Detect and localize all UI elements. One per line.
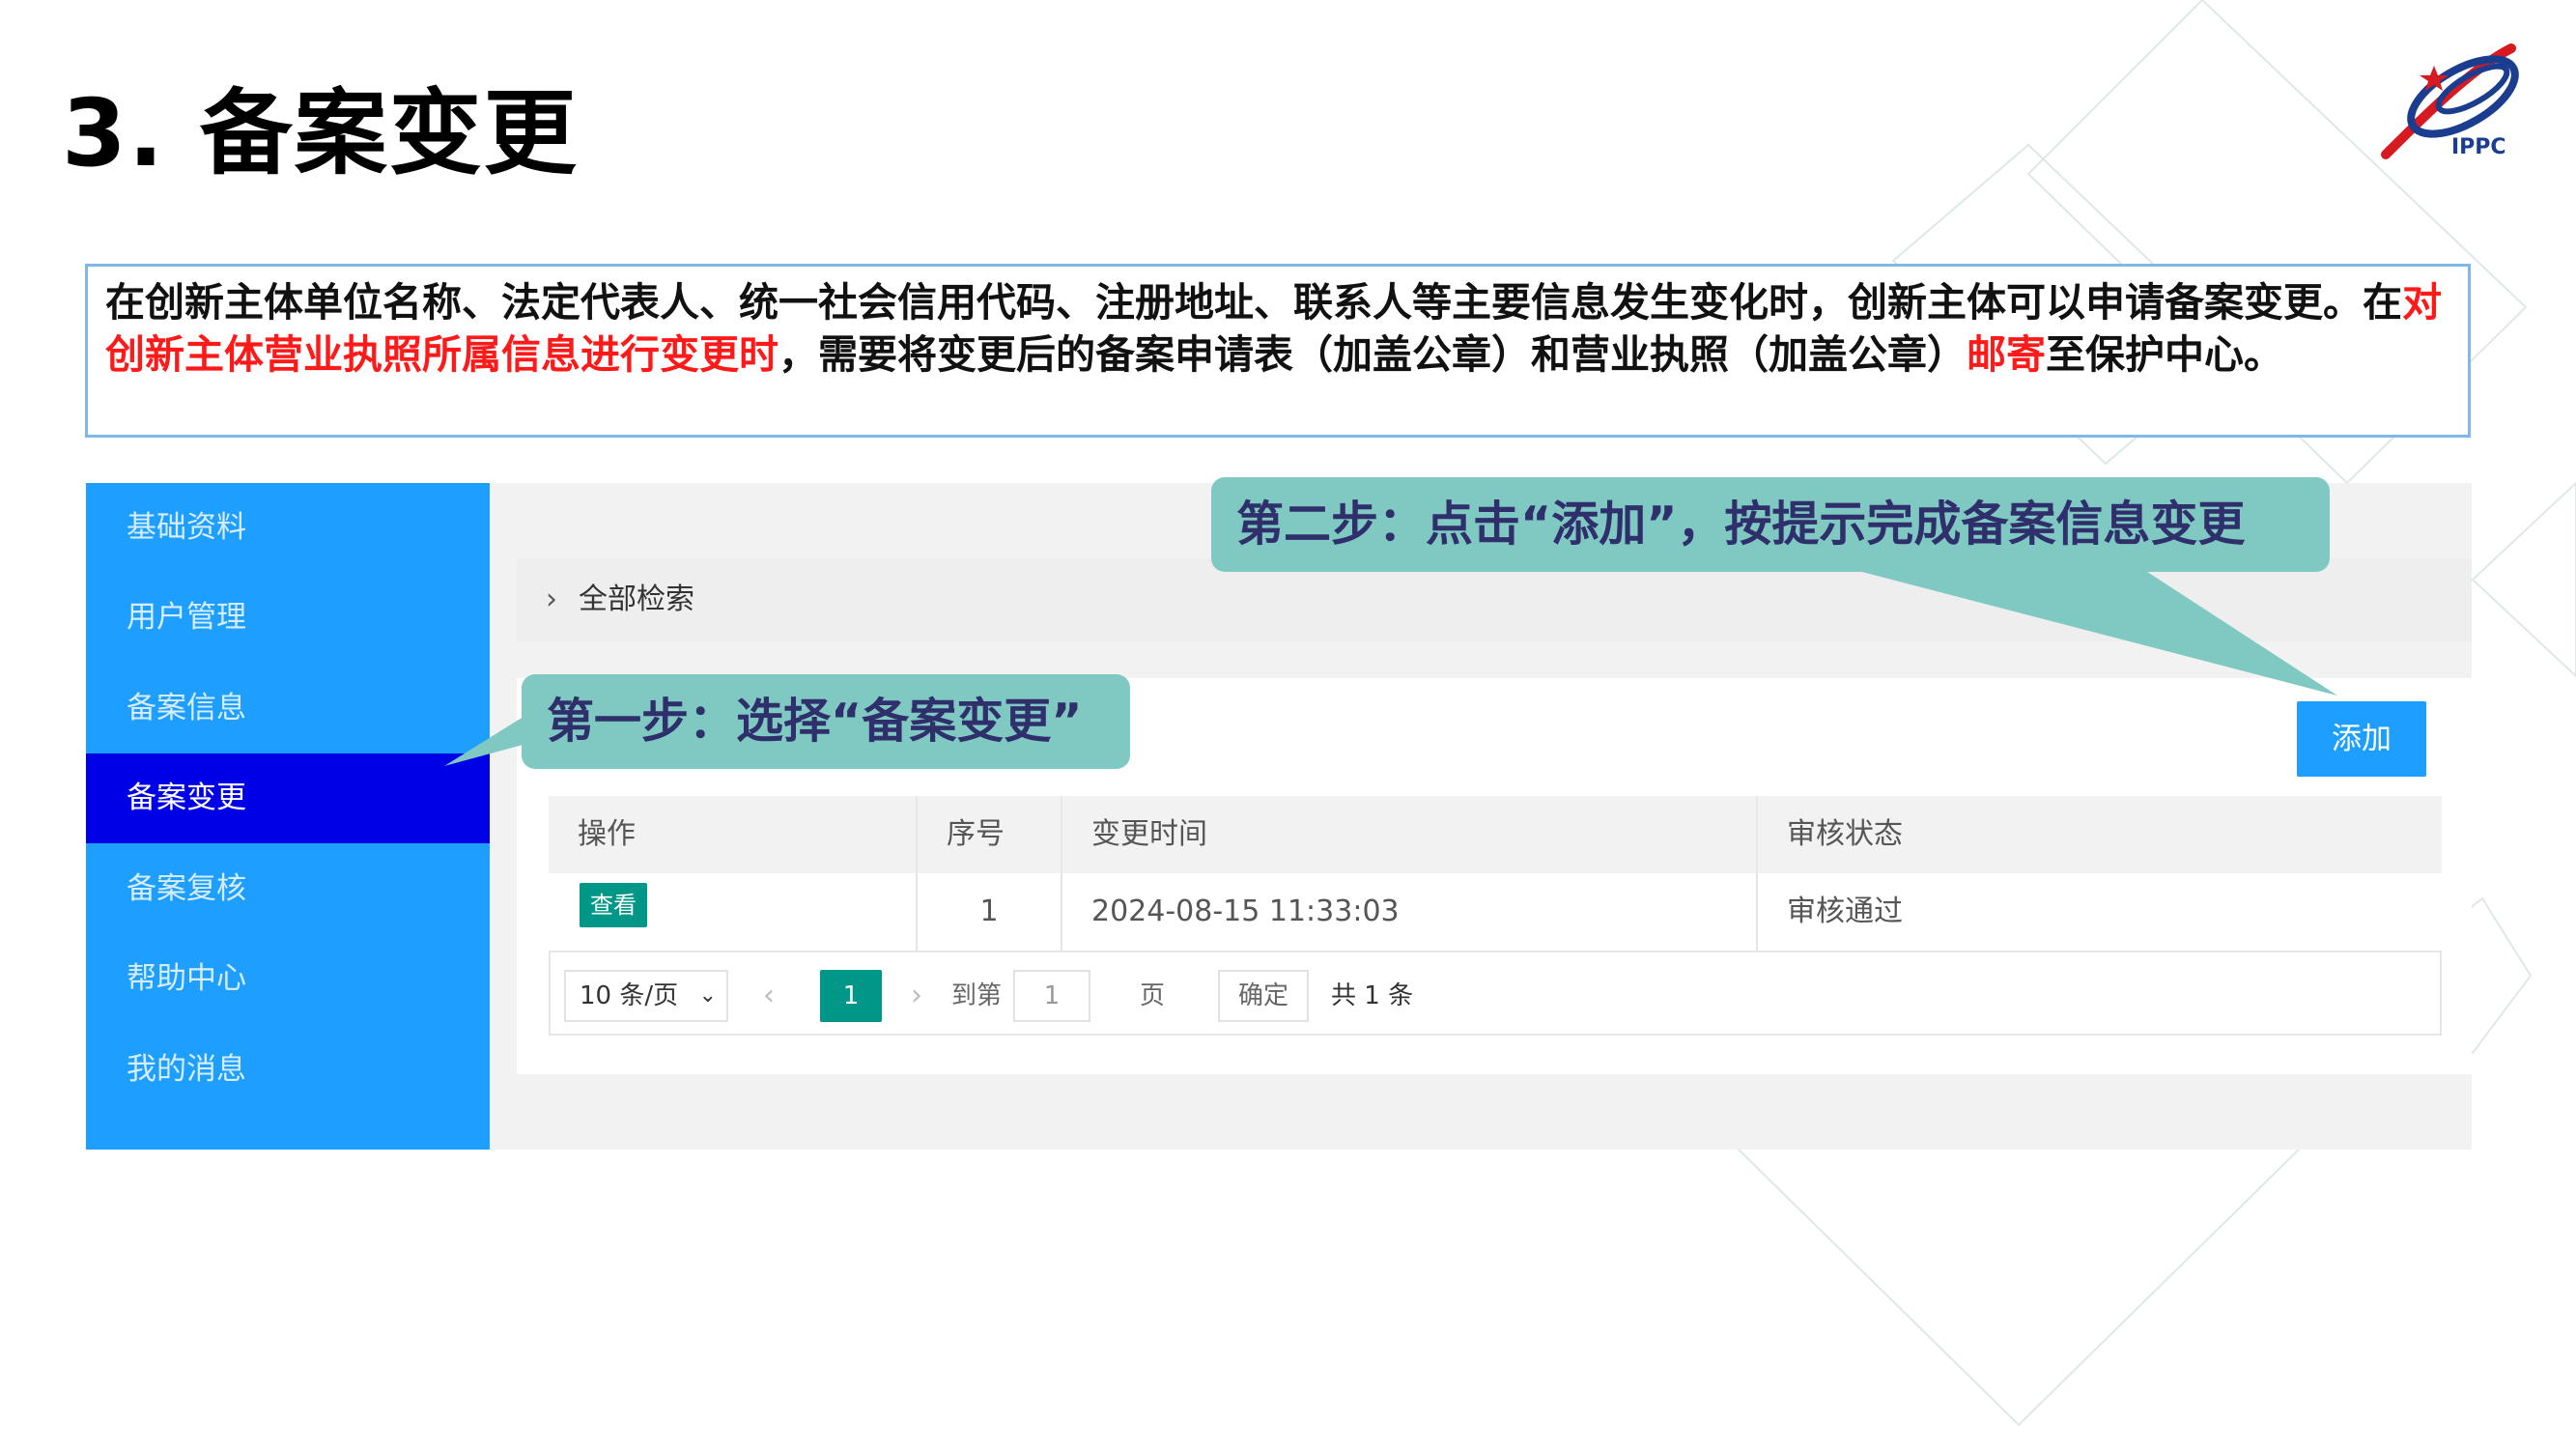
callout-step-2: 第二步：点击“添加”，按提示完成备案信息变更 — [1211, 477, 2330, 572]
intro-highlight: 邮寄 — [1967, 331, 2046, 378]
sidebar-item-filing-info[interactable]: 备案信息 — [86, 664, 490, 753]
logo-text: IPPC — [2451, 135, 2506, 159]
intro-text: 至保护中心。 — [2046, 331, 2283, 378]
sidebar: 基础资料 用户管理 备案信息 备案变更 备案复核 帮助中心 我的消息 — [86, 483, 490, 1150]
sidebar-item-my-messages[interactable]: 我的消息 — [86, 1025, 490, 1115]
sidebar-item-filing-review[interactable]: 备案复核 — [86, 844, 490, 934]
table-header-row: 操作 序号 变更时间 审核状态 — [549, 796, 2442, 875]
row-review-status: 审核通过 — [1756, 873, 2442, 951]
column-header: 序号 — [916, 796, 1061, 873]
sidebar-item-help-center[interactable]: 帮助中心 — [86, 934, 490, 1024]
sidebar-item-user-management[interactable]: 用户管理 — [86, 573, 490, 663]
sidebar-item-basic-info[interactable]: 基础资料 — [86, 483, 490, 573]
page-size-select[interactable]: 10 条/页 ⌄ — [564, 970, 728, 1022]
intro-text: ，需要将变更后的备案申请表（加盖公章）和营业执照（加盖公章） — [778, 331, 1967, 378]
goto-confirm-button[interactable]: 确定 — [1218, 970, 1309, 1022]
add-button[interactable]: 添加 — [2297, 701, 2426, 777]
column-header: 操作 — [578, 817, 636, 851]
chevron-left-icon[interactable]: ‹ — [763, 970, 775, 1022]
page-unit-label: 页 — [1140, 981, 1166, 1010]
table-row: 查看 1 2024-08-15 11:33:03 审核通过 — [549, 873, 2442, 952]
intro-text: 在创新主体单位名称、法定代表人、统一社会信用代码、注册地址、联系人等主要信息发生… — [105, 279, 2402, 326]
pagination: 10 条/页 ⌄ ‹ 1 › 到第 1 页 确定 共 1 条 — [549, 952, 2442, 1036]
column-header: 审核状态 — [1756, 796, 2442, 873]
row-index: 1 — [916, 873, 1061, 951]
chevron-right-icon: › — [546, 582, 557, 616]
search-label: 全部检索 — [579, 582, 694, 616]
view-button[interactable]: 查看 — [580, 883, 647, 927]
total-count: 共 1 条 — [1331, 981, 1414, 1010]
slide-title: 3. 备案变更 — [62, 79, 579, 187]
column-header: 变更时间 — [1061, 796, 1756, 873]
chevron-right-icon[interactable]: › — [911, 970, 922, 1022]
app-screenshot: 基础资料 用户管理 备案信息 备案变更 备案复核 帮助中心 我的消息 › 全部检… — [86, 483, 2472, 1150]
callout-step-1: 第一步：选择“备案变更” — [522, 674, 1130, 769]
sidebar-item-filing-change[interactable]: 备案变更 — [86, 753, 490, 843]
row-change-time: 2024-08-15 11:33:03 — [1061, 873, 1756, 951]
chevron-down-icon: ⌄ — [698, 983, 717, 1008]
page-number-current[interactable]: 1 — [820, 970, 882, 1022]
intro-text-box: 在创新主体单位名称、法定代表人、统一社会信用代码、注册地址、联系人等主要信息发生… — [85, 264, 2471, 438]
goto-label: 到第 — [951, 981, 1003, 1010]
goto-page-input[interactable]: 1 — [1013, 970, 1090, 1022]
page-size-value: 10 条/页 — [580, 981, 679, 1010]
